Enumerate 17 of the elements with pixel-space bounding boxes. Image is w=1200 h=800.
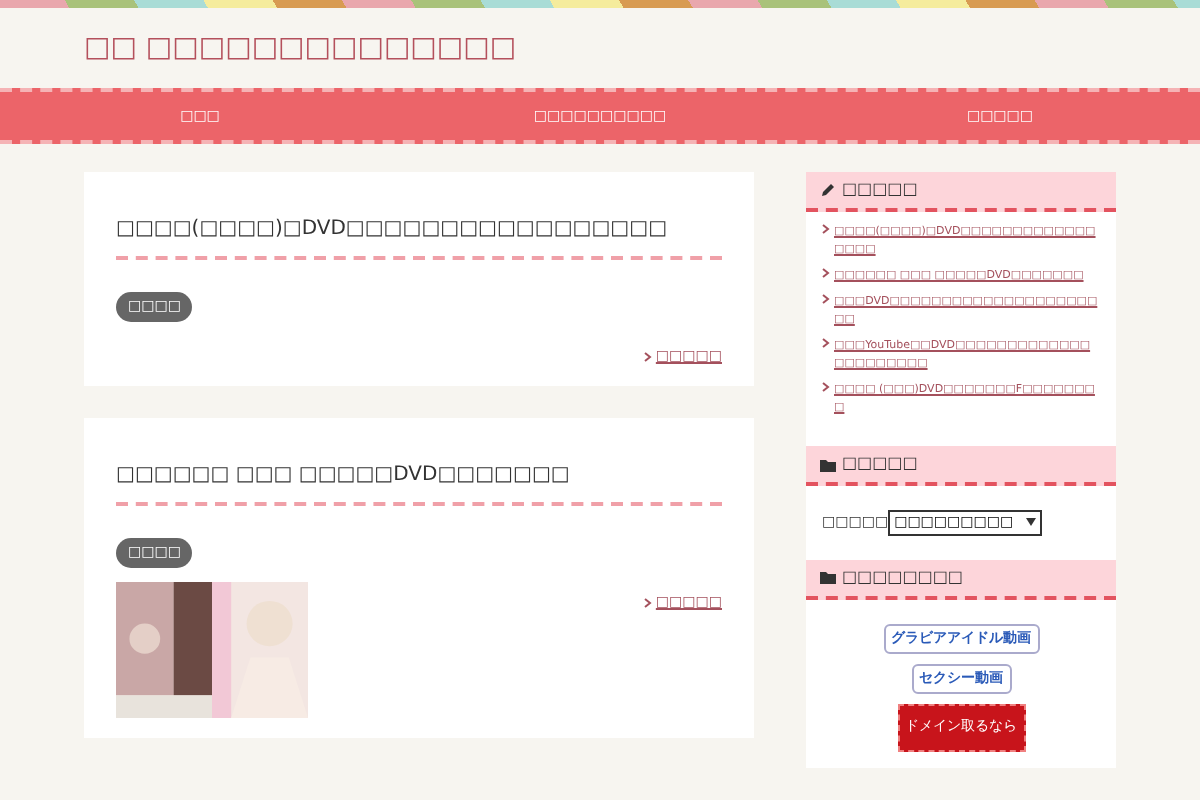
pencil-icon <box>820 182 836 198</box>
heading-text: □□□□□ <box>842 178 918 202</box>
chevron-icon <box>822 224 830 234</box>
chevron-icon <box>643 352 652 362</box>
chevron-icon <box>822 268 830 278</box>
chevron-icon <box>822 382 830 392</box>
chevron-icon <box>822 294 830 304</box>
post-title[interactable]: □□□□(□□□□)□DVD□□□□□□□□□□□□□□□□□ <box>116 218 668 240</box>
chevron-icon <box>643 598 652 608</box>
folder-icon <box>820 457 836 471</box>
site-title[interactable]: □□ □□□□□□□□□□□□□□ <box>84 27 517 69</box>
dropdown-arrow-icon <box>1025 518 1036 527</box>
heading-text: □□□□□□□□ <box>842 565 963 589</box>
heading-text: □□□□□ <box>842 452 918 476</box>
post-title[interactable]: □□□□□□ □□□ □□□□□DVD□□□□□□□ <box>116 464 570 486</box>
folder-icon <box>820 570 836 584</box>
chevron-icon <box>822 338 830 348</box>
